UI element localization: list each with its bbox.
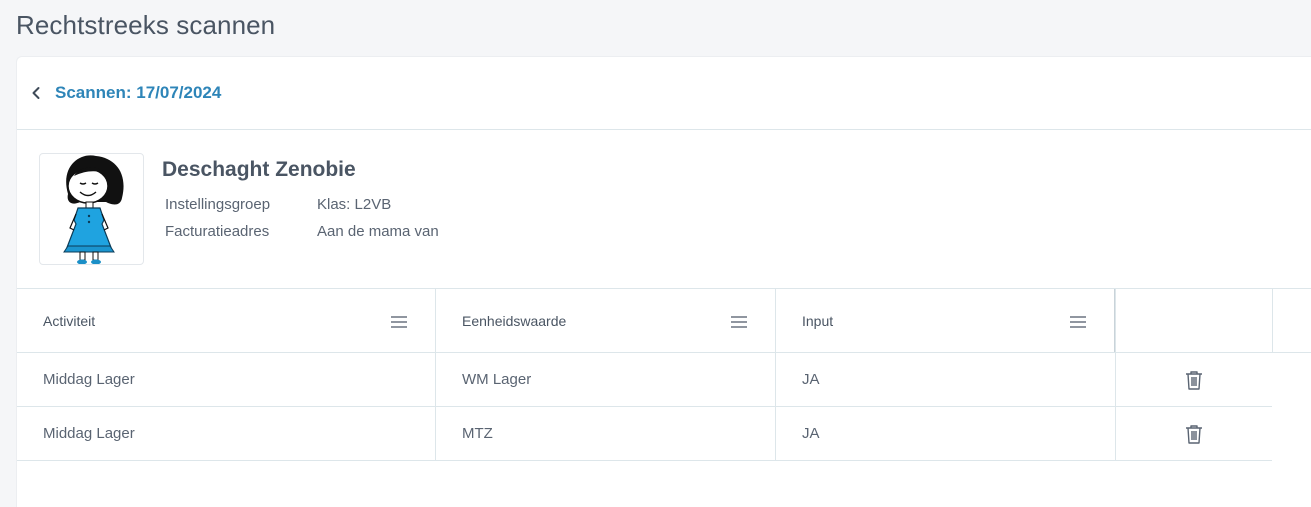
student-name: Deschaght Zenobie	[162, 158, 356, 181]
trash-icon[interactable]	[1185, 424, 1203, 444]
scan-card: Scannen: 17/07/2024 Deschaght Zenobie In…	[16, 56, 1311, 507]
column-header-activity[interactable]: Activiteit	[17, 289, 435, 352]
cell-activity: Middag Lager	[43, 371, 135, 388]
cell-actions	[1115, 407, 1272, 460]
column-header-unit[interactable]: Eenheidswaarde	[435, 289, 775, 352]
table-row: Middag Lager WM Lager JA	[17, 353, 1272, 407]
hamburger-menu-icon[interactable]	[731, 315, 747, 328]
hamburger-menu-icon[interactable]	[1070, 315, 1086, 328]
table-header: Activiteit Eenheidswaarde Input	[17, 289, 1311, 353]
billing-label: Facturatieadres	[165, 223, 270, 240]
cell-actions	[1115, 353, 1272, 406]
column-header-actions	[1115, 289, 1272, 352]
group-label: Instellingsgroep	[165, 196, 271, 213]
cell-unit: WM Lager	[435, 353, 775, 406]
scan-date-title[interactable]: Scannen: 17/07/2024	[55, 83, 221, 103]
cell-activity: Middag Lager	[43, 425, 135, 442]
scan-table: Activiteit Eenheidswaarde Input Middag L…	[17, 289, 1311, 461]
hamburger-menu-icon[interactable]	[391, 315, 407, 328]
column-header-extra	[1272, 289, 1311, 352]
billing-value: Aan de mama van	[317, 223, 439, 240]
student-profile: Deschaght Zenobie Instellingsgroep Klas:…	[17, 130, 1311, 289]
trash-icon[interactable]	[1185, 370, 1203, 390]
scan-header: Scannen: 17/07/2024	[17, 57, 1311, 130]
group-value: Klas: L2VB	[317, 196, 392, 213]
table-row: Middag Lager MTZ JA	[17, 407, 1272, 461]
cell-input: JA	[775, 407, 1115, 460]
column-header-input[interactable]: Input	[775, 289, 1115, 352]
page-title: Rechtstreeks scannen	[16, 10, 276, 40]
cell-unit: MTZ	[435, 407, 775, 460]
chevron-left-icon[interactable]	[29, 86, 43, 100]
cell-input: JA	[775, 353, 1115, 406]
avatar	[39, 153, 144, 265]
